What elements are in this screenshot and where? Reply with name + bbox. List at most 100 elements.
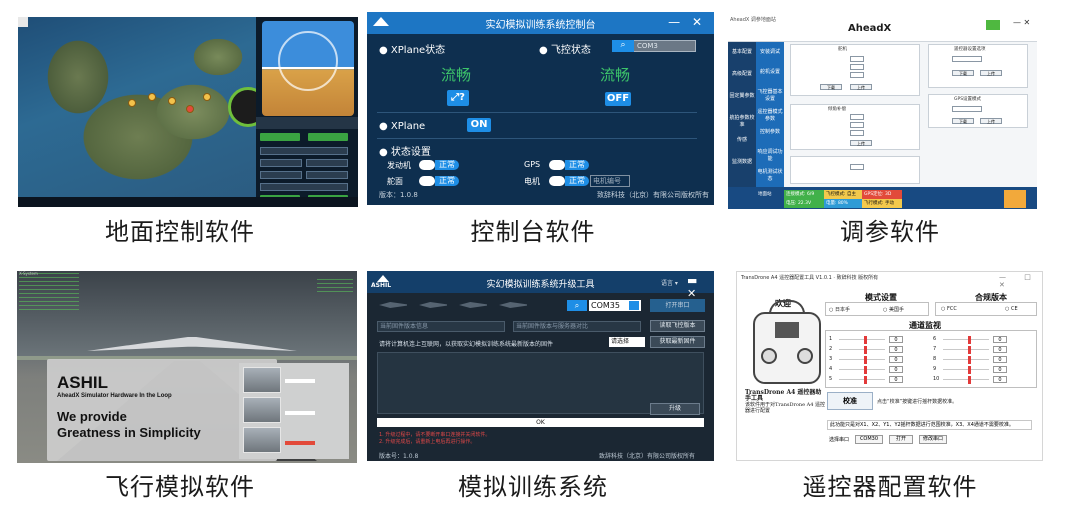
window-controls[interactable]: ▬ ✕	[687, 274, 714, 300]
current-version-field[interactable]: 当前固件版本信息	[377, 321, 505, 332]
param-input[interactable]	[850, 64, 864, 70]
app-description: TransDrone A4 遥控器助手工具 该软件用于对TransDrone A…	[745, 390, 827, 415]
status-item: 连接模式: 6/9	[784, 190, 824, 199]
upload-button[interactable]: 上传	[850, 84, 872, 90]
window-controls[interactable]: — □ ✕	[999, 273, 1042, 289]
calibrate-message: 点击“校准”按键进行摇杆数据校准。	[877, 399, 958, 405]
param-input[interactable]	[850, 56, 864, 62]
command-button[interactable]	[260, 147, 348, 155]
sidebar-item[interactable]: 传感	[728, 136, 756, 143]
download-button[interactable]: 下载	[820, 84, 842, 90]
mode-select[interactable]	[952, 56, 982, 62]
upload-button[interactable]: 上传	[850, 140, 872, 146]
firmware-select[interactable]: 请选择	[609, 337, 645, 347]
tool-strip[interactable]	[256, 117, 358, 129]
command-button[interactable]	[306, 171, 348, 179]
get-latest-firmware-button[interactable]: 获取最新固件	[650, 336, 705, 348]
engine-toggle[interactable]	[419, 160, 435, 170]
info-message: 请将计算机连上互联网，以获取实幻模拟训练系统最新版本的固件	[379, 341, 554, 348]
hud-readout	[317, 279, 353, 295]
download-button[interactable]: 下载	[952, 118, 974, 124]
remote-controller-image	[753, 300, 821, 384]
channel-track	[839, 339, 885, 340]
upgrade-button[interactable]: 升级	[650, 403, 700, 415]
mode-radio-usa[interactable]: ○ 美国手	[883, 306, 904, 313]
off-button[interactable]: OFF	[605, 92, 631, 106]
satellite-map[interactable]	[18, 17, 256, 207]
upload-button[interactable]: 上传	[980, 118, 1002, 124]
waypoint-marker[interactable]	[203, 93, 211, 101]
compliance-radio-fcc[interactable]: ○ FCC	[941, 306, 957, 312]
command-button[interactable]	[260, 183, 348, 191]
chevron-down-icon[interactable]	[629, 301, 639, 310]
command-button[interactable]	[260, 159, 302, 167]
link-button[interactable]: ⤢?	[447, 90, 469, 106]
aircraft-option-icon[interactable]	[459, 302, 487, 308]
waypoint-marker[interactable]	[168, 97, 176, 105]
sidebar-item[interactable]: 航拍参数校准	[728, 114, 756, 128]
mode-button[interactable]	[308, 133, 348, 141]
tuning-screenshot: AheadX 调参地面站 AheadX — ✕ 基本配置 高级配置 固定翼参数 …	[728, 14, 1037, 209]
sub-tab[interactable]: 舵机设置	[756, 68, 784, 75]
param-input[interactable]	[850, 114, 864, 120]
param-input[interactable]	[850, 164, 864, 170]
port-select[interactable]: COM30	[855, 435, 883, 444]
sidebar-item[interactable]: 高级配置	[728, 70, 756, 77]
version-text: 版本：1.0.8	[379, 191, 418, 199]
read-fc-version-button[interactable]: 读取飞控版本	[650, 320, 705, 332]
aircraft-option-icon[interactable]	[499, 302, 527, 308]
waypoint-marker[interactable]	[128, 99, 136, 107]
search-icon[interactable]: ⌕	[612, 40, 634, 52]
map-toolbar[interactable]	[18, 17, 28, 27]
channel-value: 0	[993, 336, 1007, 343]
airframe-toggle[interactable]	[419, 176, 435, 186]
aircraft-option-icon[interactable]	[419, 302, 447, 308]
motor-toggle[interactable]	[549, 176, 565, 186]
compare-version-field[interactable]: 当前固件版本与服务器对比	[513, 321, 641, 332]
gps-mode-select[interactable]	[952, 106, 982, 112]
channel-level	[864, 346, 867, 354]
command-button[interactable]	[260, 171, 302, 179]
sidebar-item[interactable]: 基本配置	[728, 48, 756, 55]
sub-tab[interactable]: 控制参数	[756, 128, 784, 135]
sub-tab[interactable]: 响应调试功能	[756, 148, 784, 162]
hud-readout	[19, 273, 79, 313]
command-button[interactable]	[306, 159, 348, 167]
download-button[interactable]: 下载	[952, 70, 974, 76]
aircraft-selector[interactable]	[379, 299, 554, 311]
aircraft-marker[interactable]	[186, 105, 194, 113]
mode-button[interactable]	[260, 133, 300, 141]
sub-tab[interactable]: 飞控器基本设置	[756, 88, 784, 102]
on-button[interactable]: ON	[467, 118, 491, 132]
calibrate-button[interactable]: 校准	[827, 392, 873, 410]
window-controls[interactable]: — ✕	[1013, 18, 1030, 27]
change-port-button[interactable]: 修改串口	[919, 435, 947, 444]
aircraft-option-icon[interactable]	[379, 302, 407, 308]
sidebar-item[interactable]: 监测数据	[728, 158, 756, 165]
slogan-line-2: Greatness in Simplicity	[57, 425, 201, 440]
param-input[interactable]	[850, 122, 864, 128]
flight-sim-screenshot: X-System ASHIL AheadX Simulator Hardware…	[17, 271, 357, 463]
sub-tab[interactable]: 遥控器模式参数	[756, 108, 784, 122]
language-select[interactable]: 语言 ▾	[661, 278, 678, 287]
sub-tab[interactable]: 电机测试状态	[756, 168, 784, 182]
channel-track	[839, 379, 885, 380]
compliance-radio-ce[interactable]: ○ CE	[1005, 306, 1018, 312]
param-input[interactable]	[850, 130, 864, 136]
channel-level	[864, 376, 867, 384]
mode-radio-japan[interactable]: ○ 日本手	[829, 306, 850, 313]
param-input[interactable]	[850, 72, 864, 78]
window-controls[interactable]: — ✕	[668, 15, 706, 29]
search-icon[interactable]: ⌕	[567, 300, 587, 311]
waypoint-marker[interactable]	[148, 93, 156, 101]
open-port-button[interactable]: 打开串口	[650, 299, 705, 312]
motor-number-input[interactable]: 电机编号	[590, 175, 630, 187]
upload-button[interactable]: 上传	[980, 70, 1002, 76]
channel-label: 7	[933, 346, 937, 352]
sub-tab[interactable]: 安装调试	[756, 48, 784, 55]
open-port-button[interactable]: 打开	[889, 435, 913, 444]
sidebar-item[interactable]: 固定翼参数	[728, 92, 756, 99]
section-title: 倾角补偿	[828, 107, 846, 112]
channel-value: 0	[993, 376, 1007, 383]
gps-toggle[interactable]	[549, 160, 565, 170]
